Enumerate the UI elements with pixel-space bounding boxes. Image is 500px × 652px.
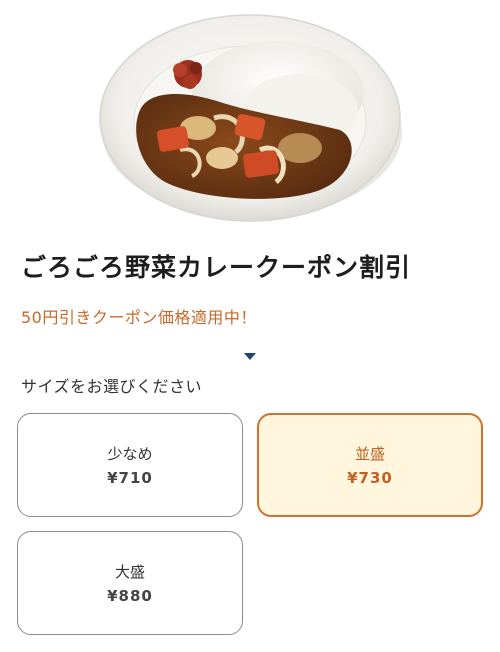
product-image [0,0,500,236]
curry-plate-image [99,14,402,222]
size-option-name: 大盛 [114,563,145,581]
size-option-price: ¥730 [347,469,393,487]
size-option-price: ¥710 [107,469,153,487]
size-option-small[interactable]: 少なめ ¥710 [17,413,243,517]
size-option-large[interactable]: 大盛 ¥880 [17,531,243,635]
chevron-down-icon[interactable] [242,348,258,360]
size-option-regular[interactable]: 並盛 ¥730 [257,413,483,517]
size-option-name: 並盛 [354,445,385,463]
product-title: ごろごろ野菜カレークーポン割引 [21,253,412,282]
size-option-price: ¥880 [107,587,153,605]
size-option-name: 少なめ [107,445,153,463]
coupon-promo-text: 50円引きクーポン価格適用中！ [21,308,257,327]
size-select-label: サイズをお選びください [21,377,203,396]
